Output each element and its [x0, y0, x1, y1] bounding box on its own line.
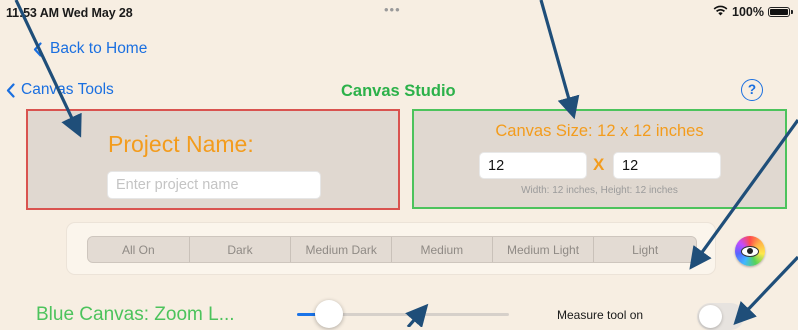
- battery-icon: [768, 7, 793, 17]
- canvas-size-panel: Canvas Size: 12 x 12 inches X Width: 12 …: [412, 109, 787, 209]
- wifi-icon: [713, 5, 728, 19]
- back-to-home-label: Back to Home: [50, 40, 148, 57]
- eye-shape: [741, 245, 759, 257]
- times-sign: X: [593, 155, 605, 174]
- zoom-slider-thumb[interactable]: [314, 300, 343, 328]
- back-to-home-button[interactable]: Back to Home: [33, 40, 147, 58]
- project-name-panel: Project Name:: [26, 109, 400, 210]
- project-name-input[interactable]: [107, 171, 321, 199]
- shade-segmented-control: All On Dark Medium Dark Medium Medium Li…: [87, 236, 697, 263]
- arrow-to-measure-toggle: [733, 255, 798, 325]
- page-title: Canvas Studio: [341, 82, 456, 100]
- segment-light[interactable]: Light: [594, 237, 696, 262]
- help-button[interactable]: ?: [741, 79, 763, 101]
- zoom-level-label: Blue Canvas: Zoom L...: [36, 304, 235, 325]
- measure-tool-label: Measure tool on: [557, 308, 644, 322]
- measure-tool-toggle[interactable]: [697, 303, 744, 330]
- segment-all-on[interactable]: All On: [88, 237, 190, 262]
- toggle-knob: [699, 305, 722, 328]
- segment-dark[interactable]: Dark: [189, 237, 292, 262]
- arrow-to-canvas-size: [539, 0, 580, 120]
- canvas-size-title: Canvas Size: 12 x 12 inches: [495, 122, 704, 140]
- shade-filter-panel: All On Dark Medium Dark Medium Medium Li…: [66, 222, 716, 275]
- segment-medium[interactable]: Medium: [392, 237, 493, 262]
- back-canvas-tools-button[interactable]: Canvas Tools: [6, 81, 114, 99]
- chevron-left-icon: [6, 82, 15, 98]
- eye-pupil: [747, 248, 753, 254]
- canvas-width-input[interactable]: [479, 152, 587, 179]
- color-vision-eye-icon[interactable]: [735, 236, 765, 266]
- canvas-size-caption: Width: 12 inches, Height: 12 inches: [521, 185, 678, 196]
- chevron-left-icon: [33, 41, 42, 57]
- segment-medium-dark[interactable]: Medium Dark: [291, 237, 393, 262]
- battery-percent: 100%: [732, 5, 764, 19]
- segment-medium-light[interactable]: Medium Light: [492, 237, 595, 262]
- multitask-dots[interactable]: •••: [384, 2, 401, 17]
- project-name-label: Project Name:: [108, 131, 254, 157]
- status-time: 11:53 AM Wed May 28: [6, 6, 133, 20]
- status-indicators: 100%: [713, 5, 793, 19]
- canvas-height-input[interactable]: [613, 152, 721, 179]
- back-canvas-tools-label: Canvas Tools: [21, 81, 114, 98]
